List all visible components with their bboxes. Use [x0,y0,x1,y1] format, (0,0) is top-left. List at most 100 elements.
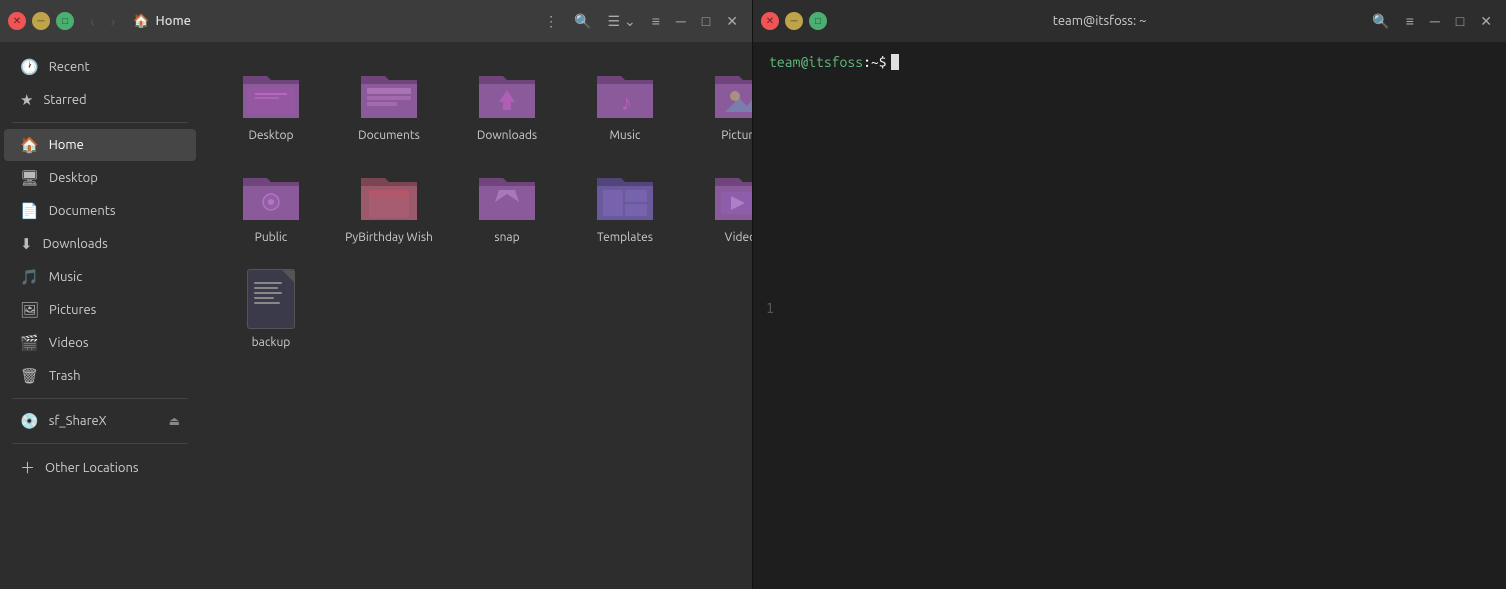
sidebar-label-starred: Starred [43,93,86,107]
prompt-dollar: $ [879,54,887,70]
file-label-pictures: Pictures [721,128,752,144]
videos-folder-icon [711,168,752,224]
documents-icon: 📄 [20,202,39,220]
desktop-icon: 🖥 [20,169,39,187]
content-area: 🕐 Recent ★ Starred 🏠 Home 🖥 Desktop 📄 Do… [0,42,752,589]
sidebar-item-pictures[interactable]: 🖼 Pictures [4,294,196,326]
sidebar-item-home[interactable]: 🏠 Home [4,129,196,161]
maximize-button[interactable]: □ [56,12,74,30]
sidebar: 🕐 Recent ★ Starred 🏠 Home 🖥 Desktop 📄 Do… [0,42,200,589]
sidebar-label-desktop: Desktop [49,171,98,185]
file-item-videos[interactable]: Videos [688,160,752,254]
sidebar-item-desktop[interactable]: 🖥 Desktop [4,162,196,194]
terminal-cursor [891,54,899,70]
terminal-minimize-button[interactable]: ─ [785,12,803,30]
window-controls: ✕ ─ □ [8,12,74,30]
terminal-close-button[interactable]: ✕ [761,12,779,30]
terminal-window-maximize-button[interactable]: □ [1450,9,1470,33]
terminal-maximize-button[interactable]: □ [809,12,827,30]
terminal-window-minimize-button[interactable]: ─ [1424,9,1446,33]
file-label-music: Music [610,128,641,144]
sidebar-item-sf-sharex[interactable]: 💿 sf_ShareX ⏏ [4,405,196,437]
pictures-folder-icon [711,66,752,122]
back-button[interactable]: ‹ [84,9,101,33]
forward-button[interactable]: › [105,9,122,33]
snap-folder-icon [475,168,539,224]
downloads-folder-icon [475,66,539,122]
close-button[interactable]: ✕ [8,12,26,30]
sf-sharex-icon: 💿 [20,412,39,430]
trash-icon: 🗑 [20,367,39,385]
public-folder-icon [239,168,303,224]
line-number: 1 [766,302,774,317]
sidebar-item-starred[interactable]: ★ Starred [4,84,196,116]
terminal-titlebar-actions: 🔍 ≡ ─ □ ✕ [1366,9,1498,34]
prompt-sep: :~ [863,54,879,70]
music-icon: 🎵 [20,268,39,286]
current-path: 🏠 Home [133,14,191,29]
sidebar-label-music: Music [49,270,83,284]
file-item-snap[interactable]: snap [452,160,562,254]
sidebar-item-downloads[interactable]: ⬇ Downloads [4,228,196,260]
home-nav-icon: 🏠 [20,136,39,154]
search-button[interactable]: 🔍 [568,9,597,34]
sidebar-item-music[interactable]: 🎵 Music [4,261,196,293]
file-item-pictures[interactable]: Pictures [688,58,752,152]
recent-icon: 🕐 [20,58,39,76]
file-label-snap: snap [494,230,519,246]
sidebar-item-documents[interactable]: 📄 Documents [4,195,196,227]
sidebar-label-home: Home [49,138,84,152]
menu-button[interactable]: ⋮ [538,9,564,34]
file-manager: ✕ ─ □ ‹ › 🏠 Home ⋮ 🔍 ☰ ⌄ ≡ ─ □ ✕ 🕐 Recen… [0,0,753,589]
desktop-folder-icon [239,66,303,122]
file-item-public[interactable]: Public [216,160,326,254]
pybirthday-folder-icon [357,168,421,224]
terminal-menu-button[interactable]: ≡ [1400,9,1420,33]
file-item-templates[interactable]: Templates [570,160,680,254]
sidebar-item-trash[interactable]: 🗑 Trash [4,360,196,392]
sidebar-label-sf-sharex: sf_ShareX [49,414,107,428]
file-label-desktop: Desktop [248,128,293,144]
templates-folder-icon [593,168,657,224]
eject-button[interactable]: ⏏ [169,414,180,428]
sidebar-label-pictures: Pictures [49,303,96,317]
view-toggle-button[interactable]: ☰ ⌄ [602,9,642,34]
svg-text:♪: ♪ [621,90,632,115]
file-item-pybirthday[interactable]: PyBirthday Wish [334,160,444,254]
minimize-button[interactable]: ─ [32,12,50,30]
sort-button[interactable]: ≡ [646,9,666,33]
file-label-backup: backup [252,335,291,351]
starred-icon: ★ [20,91,33,109]
terminal-content[interactable]: team@itsfoss:~$ 1 [753,42,1506,589]
sf-sharex-left: 💿 sf_ShareX [20,412,107,430]
window-maximize-button[interactable]: □ [696,9,716,33]
terminal-search-button[interactable]: 🔍 [1366,9,1395,34]
file-label-downloads: Downloads [477,128,537,144]
window-close-button[interactable]: ✕ [720,9,744,34]
terminal-window-close-button[interactable]: ✕ [1474,9,1498,34]
prompt-user: team@itsfoss [769,54,863,70]
file-item-backup[interactable]: backup [216,261,326,359]
files-grid: Desktop Documents [216,58,736,359]
main-files-area: Desktop Documents [200,42,752,589]
terminal-window-controls: ✕ ─ □ [761,12,827,30]
file-label-public: Public [255,230,288,246]
videos-icon: 🎬 [20,334,39,352]
terminal-titlebar: ✕ ─ □ team@itsfoss: ~ 🔍 ≡ ─ □ ✕ [753,0,1506,42]
sidebar-label-documents: Documents [49,204,116,218]
sidebar-item-recent[interactable]: 🕐 Recent [4,51,196,83]
window-minimize-button[interactable]: ─ [670,9,692,33]
file-item-downloads[interactable]: Downloads [452,58,562,152]
file-manager-titlebar: ✕ ─ □ ‹ › 🏠 Home ⋮ 🔍 ☰ ⌄ ≡ ─ □ ✕ [0,0,752,42]
path-title: Home [156,14,191,28]
file-item-documents[interactable]: Documents [334,58,444,152]
sidebar-label-recent: Recent [49,60,90,74]
sidebar-item-other-locations[interactable]: ＋ Other Locations [4,450,196,485]
sidebar-item-videos[interactable]: 🎬 Videos [4,327,196,359]
file-item-desktop[interactable]: Desktop [216,58,326,152]
file-item-music[interactable]: ♪ Music [570,58,680,152]
file-label-templates: Templates [597,230,653,246]
home-icon: 🏠 [133,14,149,29]
sidebar-separator-1 [12,122,188,123]
sidebar-separator-2 [12,398,188,399]
